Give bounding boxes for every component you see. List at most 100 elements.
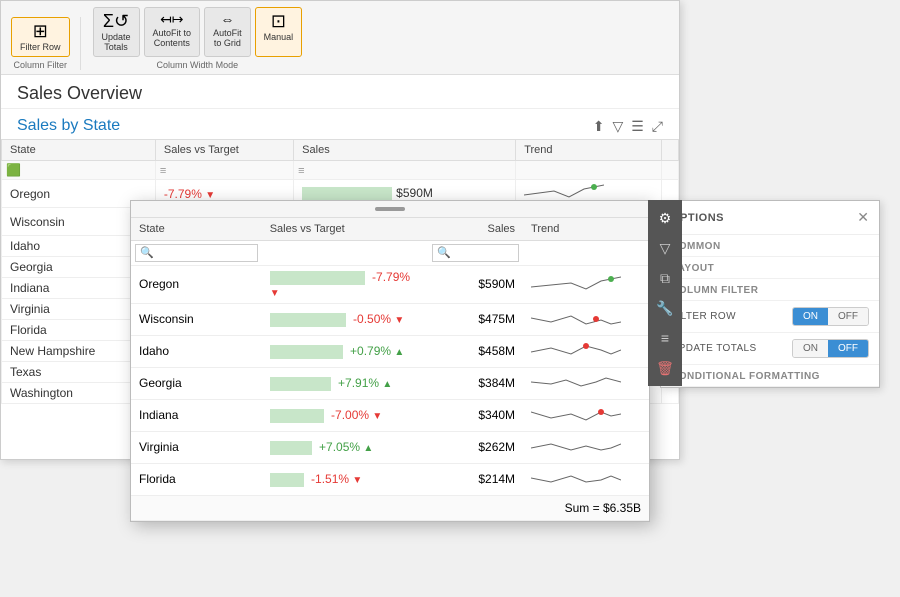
arrow-up-icon: ▲ (363, 443, 373, 454)
popup-sidebar: ⚙ ▽ ⧉ 🔧 ≡ 🗑 (648, 200, 682, 386)
filter-row-label: Filter Row (20, 42, 61, 52)
update-totals-label: UpdateTotals (102, 32, 131, 52)
filter-row-toggle-group: ON OFF (792, 307, 869, 326)
popup-window: State Sales vs Target Sales Trend Oregon… (130, 200, 650, 522)
filter-row-icon: ⊞ (33, 22, 48, 40)
popup-filter-icon[interactable]: ▽ (651, 234, 679, 262)
ribbon: ⊞ Filter Row Column Filter Σ↺ UpdateTota… (1, 1, 679, 75)
options-section-common: COMMON (661, 235, 879, 257)
popup-title-bar (131, 201, 649, 218)
sparkline-popup (531, 372, 621, 392)
update-totals-toggle-label: UPDATE TOTALS (671, 343, 788, 354)
fullscreen-icon[interactable]: ⤢ (652, 118, 663, 135)
col-header-sales-vs-target: Sales vs Target (155, 140, 293, 161)
update-totals-toggle-group: ON OFF (792, 339, 869, 358)
col-header-sales: Sales (294, 140, 516, 161)
popup-table-row: Georgia +7.91% ▲ $384M (131, 367, 649, 399)
filter-row-toggle-label: FILTER ROW (671, 311, 788, 322)
sparkline-popup (531, 436, 621, 456)
autofit-grid-button[interactable]: ⇔ AutoFitto Grid (204, 7, 251, 57)
options-close-button[interactable]: ✕ (857, 209, 869, 226)
update-totals-icon: Σ↺ (103, 12, 129, 30)
autofit-contents-label: AutoFit toContents (153, 28, 192, 48)
arrow-up-icon: ▲ (382, 379, 392, 390)
arrow-down-icon: ▼ (352, 475, 362, 486)
widget-header: Sales by State ⬆ ▽ ☰ ⤢ (1, 109, 679, 139)
col-header-state: State (2, 140, 156, 161)
share-icon[interactable]: ⬆ (593, 118, 605, 135)
arrow-up-icon: ▲ (394, 347, 404, 358)
manual-label: Manual (264, 32, 294, 42)
options-section-conditional: CONDITIONAL FORMATTING (661, 365, 879, 387)
sparkline-popup (531, 308, 621, 328)
popup-col-trend: Trend (523, 218, 649, 241)
popup-table-row: Virginia +7.05% ▲ $262M (131, 431, 649, 463)
autofit-contents-button[interactable]: ↤↦ AutoFit toContents (144, 7, 201, 57)
popup-sum-value: Sum = $6.35B (131, 495, 649, 520)
options-section-layout: LAYOUT (661, 257, 879, 279)
popup-table-row: Idaho +0.79% ▲ $458M (131, 335, 649, 367)
popup-state: Oregon (131, 266, 262, 304)
popup-filter-row (131, 241, 649, 266)
summarize-icon[interactable]: ☰ (631, 118, 644, 135)
filter-icon[interactable]: ▽ (612, 118, 623, 135)
sparkline (524, 183, 604, 201)
filter-row: 🟩 ≡ ≡ (2, 161, 679, 180)
autofit-grid-icon: ⇔ (220, 12, 234, 26)
update-totals-button[interactable]: Σ↺ UpdateTotals (93, 7, 140, 57)
options-header: OPTIONS ✕ (661, 201, 879, 235)
popup-table: State Sales vs Target Sales Trend Oregon… (131, 218, 649, 521)
filter-active-icon: 🟩 (6, 163, 21, 177)
widget-toolbar: ⬆ ▽ ☰ ⤢ (593, 118, 663, 135)
sparkline-popup (531, 340, 621, 360)
ribbon-group-label-column-width: Column Width Mode (157, 60, 239, 70)
arrow-down-icon: ▼ (205, 190, 215, 201)
manual-icon: ⊡ (271, 12, 286, 30)
ribbon-group-label-column-filter: Column Filter (14, 60, 68, 70)
popup-gear-icon[interactable]: ⚙ (651, 204, 679, 232)
filter-row-on-button[interactable]: ON (793, 308, 828, 325)
autofit-grid-label: AutoFitto Grid (213, 28, 242, 48)
scroll-column (662, 140, 679, 161)
popup-state-filter[interactable] (135, 244, 258, 262)
popup-table-row: Wisconsin -0.50% ▼ $475M (131, 303, 649, 335)
popup-col-state: State (131, 218, 262, 241)
update-totals-on-button[interactable]: ON (793, 340, 828, 357)
popup-table-row: Indiana -7.00% ▼ $340M (131, 399, 649, 431)
filter-row-off-button[interactable]: OFF (828, 308, 868, 325)
arrow-down-icon: ▼ (270, 288, 280, 299)
ribbon-group-column-width: Σ↺ UpdateTotals ↤↦ AutoFit toContents ⇔ … (93, 7, 313, 70)
options-panel: OPTIONS ✕ COMMON LAYOUT COLUMN FILTER FI… (660, 200, 880, 388)
popup-table-row: Florida -1.51% ▼ $214M (131, 463, 649, 495)
page-title: Sales Overview (1, 75, 679, 109)
filter-row-toggle-row: FILTER ROW ON OFF (661, 301, 879, 333)
filter-equals-icon-2: ≡ (298, 165, 304, 177)
popup-wrench-icon[interactable]: 🔧 (651, 294, 679, 322)
col-header-trend: Trend (516, 140, 662, 161)
popup-trash-icon[interactable]: 🗑 (651, 354, 679, 382)
widget-title: Sales by State (17, 117, 120, 135)
popup-equals-icon[interactable]: ≡ (651, 324, 679, 352)
autofit-contents-icon: ↤↦ (160, 12, 183, 26)
popup-trend (523, 266, 649, 304)
popup-duplicate-icon[interactable]: ⧉ (651, 264, 679, 292)
filter-equals-icon: ≡ (160, 165, 166, 177)
update-totals-off-button[interactable]: OFF (828, 340, 868, 357)
popup-svt: -7.79% ▼ (262, 266, 428, 304)
ribbon-group-column-filter: ⊞ Filter Row Column Filter (11, 17, 81, 70)
popup-sales-filter[interactable] (432, 244, 519, 262)
popup-sales: $590M (428, 266, 523, 304)
filter-row-button[interactable]: ⊞ Filter Row (11, 17, 70, 57)
popup-sum-row: Sum = $6.35B (131, 495, 649, 520)
arrow-down-icon: ▼ (372, 411, 382, 422)
manual-button[interactable]: ⊡ Manual (255, 7, 303, 57)
arrow-down-icon: ▼ (394, 315, 404, 326)
update-totals-toggle-row: UPDATE TOTALS ON OFF (661, 333, 879, 365)
popup-table-row: Oregon -7.79% ▼ $590M (131, 266, 649, 304)
popup-drag-handle[interactable] (375, 207, 405, 211)
sparkline-popup (531, 404, 621, 424)
popup-col-sales: Sales (428, 218, 523, 241)
sales-bar (302, 187, 392, 201)
options-section-column-filter: COLUMN FILTER (661, 279, 879, 301)
popup-col-svt: Sales vs Target (262, 218, 428, 241)
